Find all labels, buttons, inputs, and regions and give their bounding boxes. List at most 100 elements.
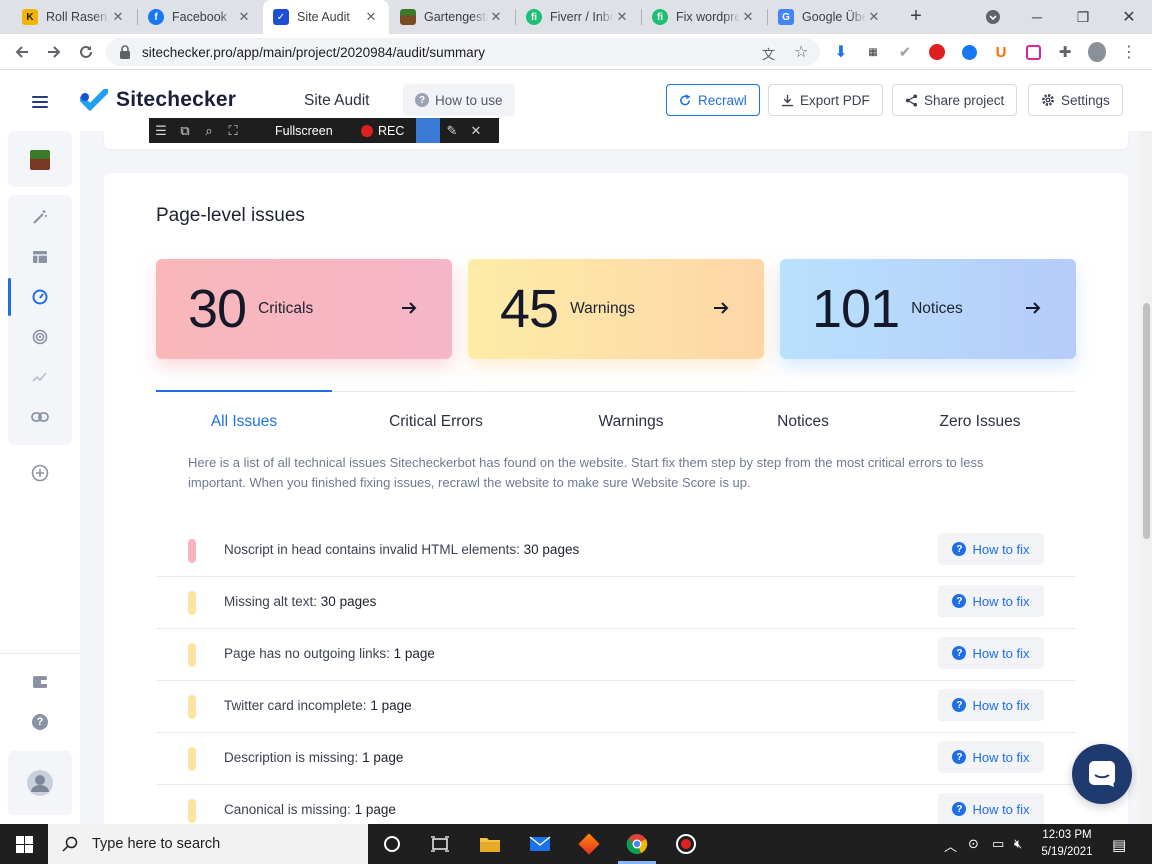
address-bar[interactable]: sitechecker.pro/app/main/project/2020984… [106,38,820,66]
how-to-fix-button[interactable]: ? How to fix [938,585,1044,617]
how-to-fix-button[interactable]: ? How to fix [938,637,1044,669]
sidebar-item-billing[interactable] [28,670,52,694]
issue-row[interactable]: Twitter card incomplete: 1 page ? How to … [156,681,1076,733]
notification-center-icon[interactable]: ▤ [1112,836,1126,854]
close-tab-icon[interactable]: ✕ [614,9,630,25]
settings-button[interactable]: Settings [1028,84,1123,116]
tab-zero-issues[interactable]: Zero Issues [892,413,1068,431]
crop-icon[interactable]: ⛶ [221,118,245,143]
taskbar-search-box[interactable]: Type here to search [48,824,368,864]
close-tab-icon[interactable]: ✕ [363,9,379,25]
close-tab-icon[interactable]: ✕ [110,9,126,25]
sidebar-item-rank-tracker[interactable] [28,365,52,389]
reload-button[interactable] [74,40,98,64]
browser-tab[interactable]: f Facebook ✕ [138,0,262,34]
issue-row[interactable]: Missing alt text: 30 pages ? How to fix [156,577,1076,629]
close-tab-icon[interactable]: ✕ [866,9,882,25]
how-to-fix-button[interactable]: ? How to fix [938,741,1044,773]
notices-stat-card[interactable]: 101 Notices [780,259,1076,359]
chat-widget-button[interactable] [1072,744,1132,804]
sidebar-item-backlinks[interactable] [28,405,52,429]
how-to-fix-button[interactable]: ? How to fix [938,793,1044,825]
share-project-button[interactable]: Share project [892,84,1018,116]
fullscreen-button[interactable]: Fullscreen [275,124,351,138]
browser-tab-active[interactable]: ✓ Site Audit ✕ [263,0,389,34]
sidebar-item-magic[interactable] [28,205,52,229]
opera-extension-icon[interactable] [928,43,946,61]
page-scrollbar-thumb[interactable] [1143,303,1150,539]
project-thumbnail[interactable] [28,148,52,172]
window-capture-icon[interactable]: ⧉ [173,118,197,143]
mail-icon[interactable] [527,832,553,856]
user-avatar[interactable] [26,769,54,797]
warnings-stat-card[interactable]: 45 Warnings [468,259,764,359]
tab-critical-errors[interactable]: Critical Errors [348,413,524,431]
pen-icon[interactable]: ✎ [440,118,464,143]
issue-row[interactable]: Noscript in head contains invalid HTML e… [156,525,1076,577]
sidebar-item-site-audit[interactable] [28,285,52,309]
messenger-extension-icon[interactable] [960,43,978,61]
add-project-button[interactable] [28,461,52,485]
sidebar-item-help[interactable]: ? [28,710,52,734]
browser-tab[interactable]: K Roll Rasen V ✕ [12,0,136,34]
region-zoom-icon[interactable]: ⌕ [197,118,221,143]
minimize-button[interactable]: ─ [1014,0,1060,34]
tab-search-button[interactable] [970,0,1016,34]
restore-button[interactable]: ❐ [1060,0,1106,34]
tab-label: Roll Rasen V [46,10,110,24]
close-tab-icon[interactable]: ✕ [236,9,252,25]
location-icon[interactable]: ⊙ [968,836,979,852]
forward-button[interactable] [42,40,66,64]
menu-icon[interactable]: ☰ [149,118,173,143]
app-icon[interactable] [576,832,602,856]
translate-icon[interactable]: 文 [762,44,775,63]
sidebar-item-monitoring[interactable] [28,325,52,349]
back-button[interactable] [10,40,34,64]
network-icon[interactable]: ▭ [992,836,1004,852]
close-tab-icon[interactable]: ✕ [740,9,756,25]
ublock-extension-icon[interactable]: U [992,43,1010,61]
issue-row[interactable]: Description is missing: 1 page ? How to f… [156,733,1076,785]
tab-all-issues[interactable]: All Issues [156,413,332,431]
browser-tab[interactable]: Gartengesta ✕ [390,0,514,34]
extension-icon[interactable]: ▦ [864,43,882,61]
volume-muted-icon[interactable]: 🔇︎ [1014,836,1022,852]
browser-tab[interactable]: fi Fix wordpre ✕ [642,0,766,34]
download-extension-icon[interactable]: ⬇ [832,43,850,61]
show-hidden-icons-icon[interactable]: ︿ [944,836,957,855]
bookmark-star-icon[interactable]: ☆ [794,42,808,62]
puzzle-extensions-icon[interactable]: ✚ [1056,43,1074,61]
active-tab-indicator [156,390,332,392]
close-icon[interactable]: ✕ [464,118,488,143]
record-button[interactable]: REC [361,124,416,138]
recorder-app-icon[interactable] [673,832,699,856]
recrawl-button[interactable]: Recrawl [666,84,760,116]
sitechecker-logo[interactable]: Sitechecker [80,88,236,112]
tab-notices[interactable]: Notices [715,413,891,431]
start-button[interactable] [0,824,48,864]
chrome-icon[interactable] [624,832,650,856]
browser-menu-icon[interactable]: ⋮ [1120,43,1138,61]
system-clock[interactable]: 12:03 PM 5/19/2021 [1036,827,1098,861]
issue-row[interactable]: Page has no outgoing links: 1 page ? How … [156,629,1076,681]
close-window-button[interactable]: ✕ [1106,0,1152,34]
criticals-stat-card[interactable]: 30 Criticals [156,259,452,359]
how-to-fix-button[interactable]: ? How to fix [938,689,1044,721]
browser-tab[interactable]: G Google Übe ✕ [768,0,892,34]
cortana-icon[interactable] [379,832,405,856]
task-view-icon[interactable] [427,832,453,856]
export-pdf-button[interactable]: Export PDF [768,84,883,116]
close-tab-icon[interactable]: ✕ [488,9,504,25]
tab-warnings[interactable]: Warnings [543,413,719,431]
how-to-fix-button[interactable]: ? How to fix [938,533,1044,565]
browser-tab[interactable]: fi Fiverr / Inbo ✕ [516,0,640,34]
webcam-button[interactable] [416,118,440,143]
hamburger-menu-icon[interactable] [32,96,48,111]
how-to-use-button[interactable]: ? How to use [403,84,515,116]
media-extension-icon[interactable] [1024,43,1042,61]
new-tab-button[interactable]: + [905,6,927,28]
sidebar-item-dashboard[interactable] [28,245,52,269]
file-explorer-icon[interactable] [477,832,503,856]
profile-avatar[interactable] [1088,42,1106,62]
checkmark-extension-icon[interactable]: ✔ [896,43,914,61]
